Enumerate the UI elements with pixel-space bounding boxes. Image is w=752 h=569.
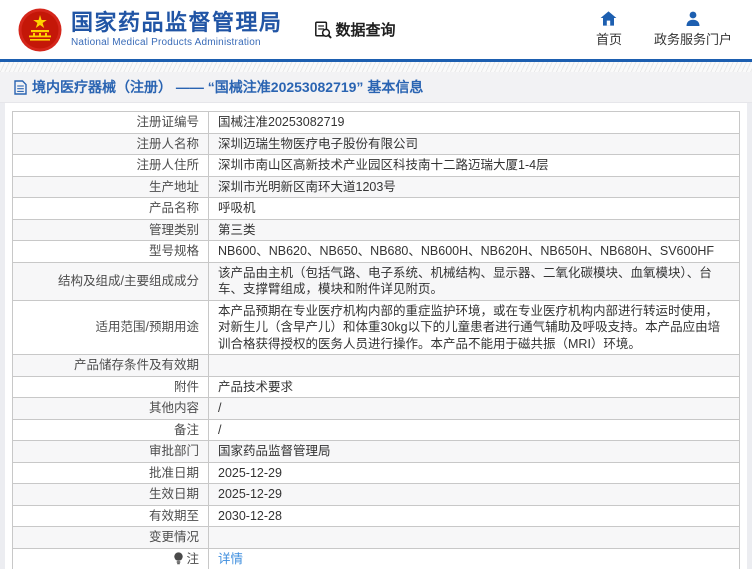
row-value: 深圳迈瑞生物医疗电子股份有限公司 <box>209 133 740 155</box>
row-label: 注册人住所 <box>13 155 209 177</box>
row-label: 型号规格 <box>13 241 209 263</box>
table-row: 产品储存条件及有效期 <box>13 355 740 377</box>
row-value: 产品技术要求 <box>209 376 740 398</box>
note-label: 注 <box>186 552 199 566</box>
row-value: 2025-12-29 <box>209 462 740 484</box>
site-header: 国家药品监督管理局 National Medical Products Admi… <box>0 0 752 62</box>
brand: 国家药品监督管理局 National Medical Products Admi… <box>18 8 283 52</box>
row-value: 深圳市光明新区南环大道1203号 <box>209 176 740 198</box>
table-row: 结构及组成/主要组成成分 该产品由主机（包括气路、电子系统、机械结构、显示器、二… <box>13 262 740 300</box>
data-query-nav[interactable]: 数据查询 <box>313 19 396 40</box>
table-row: 生产地址 深圳市光明新区南环大道1203号 <box>13 176 740 198</box>
row-label: 结构及组成/主要组成成分 <box>13 262 209 300</box>
row-label: 注册证编号 <box>13 112 209 134</box>
doc-search-icon <box>313 20 332 39</box>
row-value: / <box>209 398 740 420</box>
row-value: 详情 <box>209 548 740 569</box>
row-label: 审批部门 <box>13 441 209 463</box>
agency-name-en: National Medical Products Administration <box>71 37 283 48</box>
row-value <box>209 355 740 377</box>
row-label: 变更情况 <box>13 527 209 549</box>
table-row-note: 注 详情 <box>13 548 740 569</box>
row-label: 备注 <box>13 419 209 441</box>
main-content: 注册证编号 国械注准20253082719 注册人名称 深圳迈瑞生物医疗电子股份… <box>5 103 747 569</box>
registration-info-table: 注册证编号 国械注准20253082719 注册人名称 深圳迈瑞生物医疗电子股份… <box>12 111 740 569</box>
table-row: 注册人住所 深圳市南山区高新技术产业园区科技南十二路迈瑞大厦1-4层 <box>13 155 740 177</box>
row-label: 适用范围/预期用途 <box>13 300 209 355</box>
table-row: 变更情况 <box>13 527 740 549</box>
hatch-divider <box>0 62 752 72</box>
table-row: 有效期至 2030-12-28 <box>13 505 740 527</box>
row-value: 呼吸机 <box>209 198 740 220</box>
row-label: 注 <box>13 548 209 569</box>
table-row: 附件 产品技术要求 <box>13 376 740 398</box>
row-value: 国械注准20253082719 <box>209 112 740 134</box>
nav-home[interactable]: 首页 <box>596 11 622 48</box>
row-value: NB600、NB620、NB650、NB680、NB600H、NB620H、NB… <box>209 241 740 263</box>
nav-portal[interactable]: 政务服务门户 <box>654 11 732 48</box>
table-row: 管理类别 第三类 <box>13 219 740 241</box>
row-value: 深圳市南山区高新技术产业园区科技南十二路迈瑞大厦1-4层 <box>209 155 740 177</box>
row-label: 有效期至 <box>13 505 209 527</box>
row-value: 国家药品监督管理局 <box>209 441 740 463</box>
row-value: 该产品由主机（包括气路、电子系统、机械结构、显示器、二氧化碳模块、血氧模块）、台… <box>209 262 740 300</box>
table-row: 产品名称 呼吸机 <box>13 198 740 220</box>
nav-home-label: 首页 <box>596 29 622 48</box>
table-row: 生效日期 2025-12-29 <box>13 484 740 506</box>
home-icon <box>600 11 617 26</box>
row-value: 本产品预期在专业医疗机构内部的重症监护环境，或在专业医疗机构内部进行转运时使用，… <box>209 300 740 355</box>
row-label: 产品储存条件及有效期 <box>13 355 209 377</box>
bulb-icon <box>173 552 184 565</box>
row-label: 注册人名称 <box>13 133 209 155</box>
row-value <box>209 527 740 549</box>
row-label: 其他内容 <box>13 398 209 420</box>
row-value: 第三类 <box>209 219 740 241</box>
row-label: 生效日期 <box>13 484 209 506</box>
row-label: 批准日期 <box>13 462 209 484</box>
page: 国家药品监督管理局 National Medical Products Admi… <box>0 0 752 569</box>
table-row: 审批部门 国家药品监督管理局 <box>13 441 740 463</box>
table-row: 适用范围/预期用途 本产品预期在专业医疗机构内部的重症监护环境，或在专业医疗机构… <box>13 300 740 355</box>
table-row: 注册人名称 深圳迈瑞生物医疗电子股份有限公司 <box>13 133 740 155</box>
agency-titles: 国家药品监督管理局 National Medical Products Admi… <box>71 11 283 48</box>
document-icon <box>14 80 27 95</box>
user-icon <box>685 11 701 26</box>
row-value: / <box>209 419 740 441</box>
row-value: 2025-12-29 <box>209 484 740 506</box>
row-label: 生产地址 <box>13 176 209 198</box>
breadcrumb: 境内医疗器械（注册） —— “国械注准20253082719” 基本信息 <box>0 72 752 103</box>
table-row: 备注 / <box>13 419 740 441</box>
agency-name-cn: 国家药品监督管理局 <box>71 11 283 35</box>
detail-link[interactable]: 详情 <box>218 552 243 566</box>
row-label: 管理类别 <box>13 219 209 241</box>
table-row: 注册证编号 国械注准20253082719 <box>13 112 740 134</box>
row-value: 2030-12-28 <box>209 505 740 527</box>
table-row: 其他内容 / <box>13 398 740 420</box>
breadcrumb-text: 境内医疗器械（注册） —— “国械注准20253082719” 基本信息 <box>32 77 423 97</box>
row-label: 产品名称 <box>13 198 209 220</box>
national-emblem-icon <box>18 8 62 52</box>
nav-portal-label: 政务服务门户 <box>654 29 732 48</box>
top-nav: 首页 政务服务门户 <box>596 11 738 48</box>
table-row: 型号规格 NB600、NB620、NB650、NB680、NB600H、NB62… <box>13 241 740 263</box>
table-row: 批准日期 2025-12-29 <box>13 462 740 484</box>
data-query-label: 数据查询 <box>336 19 396 40</box>
row-label: 附件 <box>13 376 209 398</box>
